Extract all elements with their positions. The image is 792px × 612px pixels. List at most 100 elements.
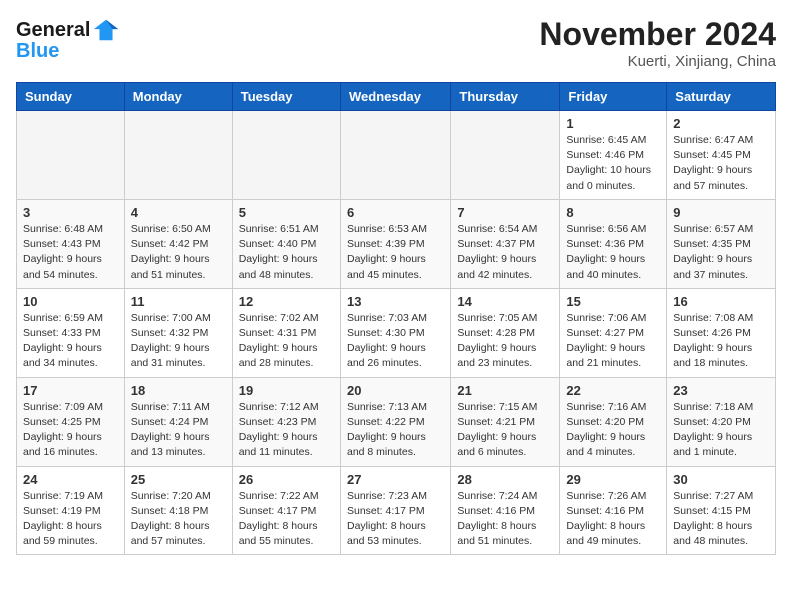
day-number: 27	[347, 472, 444, 487]
weekday-header-sunday: Sunday	[17, 83, 125, 111]
weekday-header-tuesday: Tuesday	[232, 83, 340, 111]
day-number: 26	[239, 472, 334, 487]
calendar-cell: 17 Sunrise: 7:09 AM Sunset: 4:25 PM Dayli…	[17, 377, 125, 466]
day-info: Sunrise: 6:56 AM Sunset: 4:36 PM Dayligh…	[566, 222, 660, 283]
location: Kuerti, Xinjiang, China	[539, 53, 776, 70]
calendar-cell	[232, 111, 340, 200]
day-number: 17	[23, 383, 118, 398]
logo-text-line1: General	[16, 19, 90, 42]
day-info: Sunrise: 7:06 AM Sunset: 4:27 PM Dayligh…	[566, 311, 660, 372]
week-row-1: 1 Sunrise: 6:45 AM Sunset: 4:46 PM Daylig…	[17, 111, 776, 200]
calendar-cell: 7 Sunrise: 6:54 AM Sunset: 4:37 PM Daylig…	[451, 199, 560, 288]
week-row-4: 17 Sunrise: 7:09 AM Sunset: 4:25 PM Dayli…	[17, 377, 776, 466]
calendar-cell: 6 Sunrise: 6:53 AM Sunset: 4:39 PM Daylig…	[340, 199, 450, 288]
calendar-cell: 1 Sunrise: 6:45 AM Sunset: 4:46 PM Daylig…	[560, 111, 667, 200]
day-info: Sunrise: 7:24 AM Sunset: 4:16 PM Dayligh…	[457, 489, 553, 550]
day-info: Sunrise: 6:54 AM Sunset: 4:37 PM Dayligh…	[457, 222, 553, 283]
calendar-cell: 22 Sunrise: 7:16 AM Sunset: 4:20 PM Dayli…	[560, 377, 667, 466]
day-number: 8	[566, 205, 660, 220]
calendar-cell	[124, 111, 232, 200]
day-number: 12	[239, 294, 334, 309]
week-row-2: 3Sunrise: 6:48 AM Sunset: 4:43 PM Daylig…	[17, 199, 776, 288]
calendar-cell: 13 Sunrise: 7:03 AM Sunset: 4:30 PM Dayli…	[340, 288, 450, 377]
day-info: Sunrise: 7:27 AM Sunset: 4:15 PM Dayligh…	[673, 489, 769, 550]
day-number: 25	[131, 472, 226, 487]
day-number: 24	[23, 472, 118, 487]
day-info: Sunrise: 7:20 AM Sunset: 4:18 PM Dayligh…	[131, 489, 226, 550]
calendar-cell: 16 Sunrise: 7:08 AM Sunset: 4:26 PM Dayli…	[667, 288, 776, 377]
day-number: 5	[239, 205, 334, 220]
day-info: Sunrise: 7:16 AM Sunset: 4:20 PM Dayligh…	[566, 400, 660, 461]
logo: General Blue	[16, 16, 120, 63]
day-info: Sunrise: 7:19 AM Sunset: 4:19 PM Dayligh…	[23, 489, 118, 550]
day-number: 3	[23, 205, 118, 220]
weekday-header-thursday: Thursday	[451, 83, 560, 111]
weekday-header-wednesday: Wednesday	[340, 83, 450, 111]
calendar-cell: 18Sunrise: 7:11 AM Sunset: 4:24 PM Dayli…	[124, 377, 232, 466]
calendar-cell: 24 Sunrise: 7:19 AM Sunset: 4:19 PM Dayli…	[17, 466, 125, 555]
day-info: Sunrise: 7:23 AM Sunset: 4:17 PM Dayligh…	[347, 489, 444, 550]
day-info: Sunrise: 7:00 AM Sunset: 4:32 PM Dayligh…	[131, 311, 226, 372]
day-number: 21	[457, 383, 553, 398]
day-info: Sunrise: 7:11 AM Sunset: 4:24 PM Dayligh…	[131, 400, 226, 461]
day-info: Sunrise: 7:05 AM Sunset: 4:28 PM Dayligh…	[457, 311, 553, 372]
calendar-cell	[340, 111, 450, 200]
day-info: Sunrise: 6:53 AM Sunset: 4:39 PM Dayligh…	[347, 222, 444, 283]
calendar-cell: 5 Sunrise: 6:51 AM Sunset: 4:40 PM Daylig…	[232, 199, 340, 288]
calendar: SundayMondayTuesdayWednesdayThursdayFrid…	[16, 82, 776, 555]
day-info: Sunrise: 7:22 AM Sunset: 4:17 PM Dayligh…	[239, 489, 334, 550]
calendar-cell: 27 Sunrise: 7:23 AM Sunset: 4:17 PM Dayli…	[340, 466, 450, 555]
page-header: General Blue November 2024 Kuerti, Xinji…	[16, 16, 776, 70]
weekday-header-monday: Monday	[124, 83, 232, 111]
day-number: 22	[566, 383, 660, 398]
calendar-cell: 19 Sunrise: 7:12 AM Sunset: 4:23 PM Dayli…	[232, 377, 340, 466]
calendar-cell: 4 Sunrise: 6:50 AM Sunset: 4:42 PM Daylig…	[124, 199, 232, 288]
logo-bird-icon	[92, 16, 120, 44]
day-number: 23	[673, 383, 769, 398]
day-info: Sunrise: 7:15 AM Sunset: 4:21 PM Dayligh…	[457, 400, 553, 461]
day-info: Sunrise: 7:13 AM Sunset: 4:22 PM Dayligh…	[347, 400, 444, 461]
day-number: 7	[457, 205, 553, 220]
calendar-cell: 26 Sunrise: 7:22 AM Sunset: 4:17 PM Dayli…	[232, 466, 340, 555]
week-row-5: 24 Sunrise: 7:19 AM Sunset: 4:19 PM Dayli…	[17, 466, 776, 555]
day-number: 4	[131, 205, 226, 220]
day-info: Sunrise: 6:59 AM Sunset: 4:33 PM Dayligh…	[23, 311, 118, 372]
day-info: Sunrise: 6:47 AM Sunset: 4:45 PM Dayligh…	[673, 133, 769, 194]
day-number: 13	[347, 294, 444, 309]
weekday-header-row: SundayMondayTuesdayWednesdayThursdayFrid…	[17, 83, 776, 111]
weekday-header-friday: Friday	[560, 83, 667, 111]
calendar-cell: 23 Sunrise: 7:18 AM Sunset: 4:20 PM Dayli…	[667, 377, 776, 466]
calendar-cell: 2Sunrise: 6:47 AM Sunset: 4:45 PM Daylig…	[667, 111, 776, 200]
day-info: Sunrise: 6:51 AM Sunset: 4:40 PM Dayligh…	[239, 222, 334, 283]
day-number: 30	[673, 472, 769, 487]
month-title: November 2024	[539, 16, 776, 53]
day-info: Sunrise: 7:08 AM Sunset: 4:26 PM Dayligh…	[673, 311, 769, 372]
day-number: 28	[457, 472, 553, 487]
day-info: Sunrise: 7:03 AM Sunset: 4:30 PM Dayligh…	[347, 311, 444, 372]
calendar-cell	[451, 111, 560, 200]
calendar-cell: 30 Sunrise: 7:27 AM Sunset: 4:15 PM Dayli…	[667, 466, 776, 555]
day-info: Sunrise: 7:09 AM Sunset: 4:25 PM Dayligh…	[23, 400, 118, 461]
day-number: 15	[566, 294, 660, 309]
day-info: Sunrise: 6:50 AM Sunset: 4:42 PM Dayligh…	[131, 222, 226, 283]
day-info: Sunrise: 7:02 AM Sunset: 4:31 PM Dayligh…	[239, 311, 334, 372]
day-number: 10	[23, 294, 118, 309]
day-number: 19	[239, 383, 334, 398]
day-number: 11	[131, 294, 226, 309]
title-block: November 2024 Kuerti, Xinjiang, China	[539, 16, 776, 70]
calendar-cell: 10 Sunrise: 6:59 AM Sunset: 4:33 PM Dayli…	[17, 288, 125, 377]
day-number: 16	[673, 294, 769, 309]
day-info: Sunrise: 7:12 AM Sunset: 4:23 PM Dayligh…	[239, 400, 334, 461]
day-number: 1	[566, 116, 660, 131]
day-info: Sunrise: 7:26 AM Sunset: 4:16 PM Dayligh…	[566, 489, 660, 550]
week-row-3: 10 Sunrise: 6:59 AM Sunset: 4:33 PM Dayli…	[17, 288, 776, 377]
calendar-cell: 28 Sunrise: 7:24 AM Sunset: 4:16 PM Dayli…	[451, 466, 560, 555]
calendar-cell: 21 Sunrise: 7:15 AM Sunset: 4:21 PM Dayli…	[451, 377, 560, 466]
day-number: 29	[566, 472, 660, 487]
day-info: Sunrise: 6:45 AM Sunset: 4:46 PM Dayligh…	[566, 133, 660, 194]
calendar-cell: 14Sunrise: 7:05 AM Sunset: 4:28 PM Dayli…	[451, 288, 560, 377]
weekday-header-saturday: Saturday	[667, 83, 776, 111]
day-number: 6	[347, 205, 444, 220]
day-info: Sunrise: 7:18 AM Sunset: 4:20 PM Dayligh…	[673, 400, 769, 461]
calendar-cell: 15 Sunrise: 7:06 AM Sunset: 4:27 PM Dayli…	[560, 288, 667, 377]
